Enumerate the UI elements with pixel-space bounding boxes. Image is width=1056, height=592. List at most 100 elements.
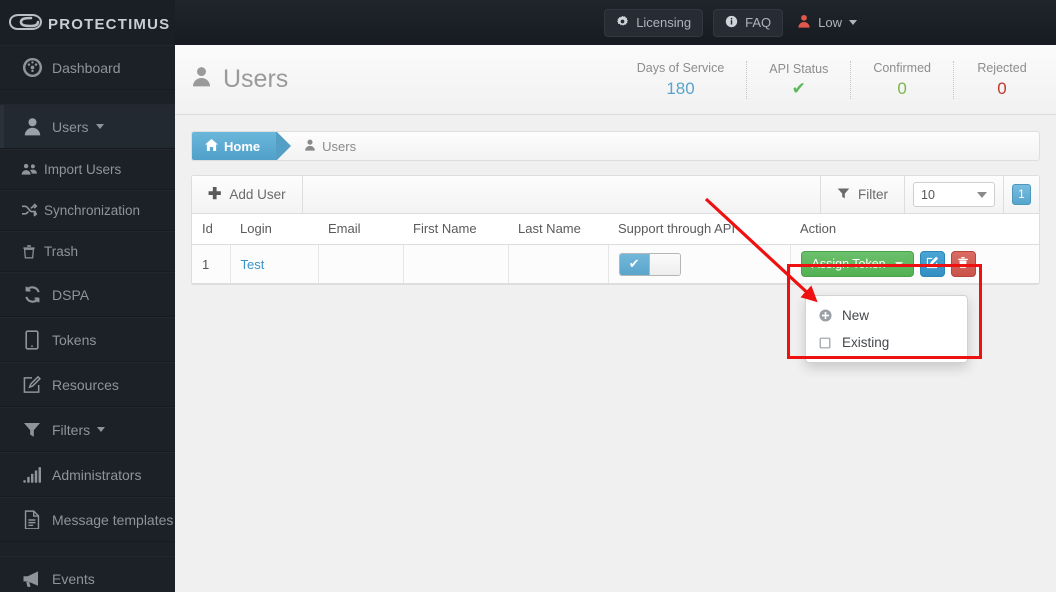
sidebar-item-dspa[interactable]: DSPA [0, 272, 175, 317]
plus-circle-icon [818, 309, 832, 322]
sidebar-item-synchronization[interactable]: Synchronization [0, 190, 175, 231]
gear-icon [616, 15, 629, 31]
chevron-down-icon [97, 427, 106, 432]
sidebar-item-administrators[interactable]: Administrators [0, 452, 175, 497]
cell-first-name [403, 244, 509, 284]
stat-days-of-service: Days of Service 180 [615, 60, 748, 99]
sidebar-item-trash[interactable]: Trash [0, 231, 175, 272]
breadcrumb-users[interactable]: Users [304, 139, 356, 154]
sidebar-label-import-users: Import Users [44, 162, 122, 177]
funnel-icon [12, 421, 52, 439]
pagination-page-label: 1 [1018, 188, 1025, 201]
dashboard-gauge-icon [12, 57, 52, 78]
add-user-button[interactable]: ✚ Add User [192, 176, 303, 213]
faq-label: FAQ [745, 15, 772, 30]
page-title-text: Users [223, 65, 289, 93]
user-menu-label: Low [818, 15, 842, 30]
home-icon [205, 138, 218, 154]
trash-icon [957, 256, 969, 272]
filter-button[interactable]: Filter [820, 176, 904, 213]
edit-pencil-icon [926, 256, 939, 272]
topbar-actions: Licensing FAQ Low [604, 8, 1056, 37]
brand-logo-area[interactable]: protectimus [0, 0, 175, 45]
sidebar-item-dashboard[interactable]: Dashboard [0, 45, 175, 90]
table-body: 1 Test ✔ Assign Token [192, 244, 1039, 284]
signal-bars-icon [12, 466, 52, 483]
licensing-button[interactable]: Licensing [604, 8, 704, 37]
users-table: Id Login Email First Name Last Name Supp… [192, 214, 1039, 284]
column-support-through-api: Support through API [608, 214, 790, 245]
users-group-icon [14, 162, 44, 177]
edit-user-button[interactable] [919, 251, 945, 277]
page-header: Users Days of Service 180 API Status ✔ C… [175, 45, 1056, 115]
assign-token-dropdown-menu: New Existing [805, 295, 968, 363]
funnel-icon [837, 187, 850, 203]
refresh-cycle-icon [12, 285, 52, 304]
pagination-page-1[interactable]: 1 [1012, 184, 1031, 205]
user-login-link[interactable]: Test [241, 257, 265, 272]
user-icon [191, 65, 212, 94]
stat-api-status: API Status ✔ [747, 60, 852, 99]
sidebar-label-tokens: Tokens [52, 331, 97, 348]
sidebar-label-dashboard: Dashboard [52, 59, 121, 76]
stats-bar: Days of Service 180 API Status ✔ Confirm… [615, 60, 1042, 99]
stat-value: 0 [897, 78, 907, 98]
cell-support-through-api: ✔ [608, 244, 791, 284]
sidebar-item-tokens[interactable]: Tokens [0, 317, 175, 362]
cell-last-name [508, 244, 609, 284]
check-icon: ✔ [791, 79, 806, 98]
column-id: Id [192, 214, 230, 245]
sidebar-item-resources[interactable]: Resources [0, 362, 175, 407]
per-page-value: 10 [921, 187, 935, 202]
assign-token-label: Assign Token [811, 257, 886, 271]
breadcrumb-home[interactable]: Home [192, 132, 292, 160]
user-icon [304, 139, 316, 154]
dropdown-item-existing[interactable]: Existing [806, 329, 967, 356]
pagination-cell: 1 [1003, 176, 1039, 213]
sidebar-item-users[interactable]: Users [0, 104, 175, 149]
row-actions: Assign Token [800, 251, 1030, 277]
dropdown-item-new[interactable]: New [806, 302, 967, 329]
sidebar-item-events[interactable]: Events [0, 556, 175, 592]
sidebar-label-events: Events [52, 570, 95, 587]
per-page-select[interactable]: 10 [913, 182, 995, 207]
chevron-down-icon [95, 124, 104, 129]
sidebar-item-message-templates[interactable]: Message templates [0, 497, 175, 542]
edit-square-icon [12, 375, 52, 394]
cell-action: Assign Token [790, 244, 1039, 284]
delete-user-button[interactable] [950, 251, 976, 277]
sidebar: Dashboard Users Import Users Synchroniza… [0, 45, 175, 592]
megaphone-icon [12, 570, 52, 588]
assign-token-button[interactable]: Assign Token [800, 251, 914, 277]
sidebar-item-import-users[interactable]: Import Users [0, 149, 175, 190]
stat-label: Rejected [977, 60, 1027, 75]
dropdown-item-existing-label: Existing [842, 335, 890, 350]
breadcrumb-wrapper: Home Users [175, 115, 1056, 161]
filter-label: Filter [858, 187, 888, 202]
sidebar-divider-2 [0, 542, 175, 556]
support-api-toggle[interactable]: ✔ [618, 252, 681, 276]
table-toolbar: ✚ Add User Filter 10 1 [192, 176, 1039, 214]
add-user-label: Add User [229, 187, 286, 202]
faq-button[interactable]: FAQ [713, 8, 784, 37]
table-header-row: Id Login Email First Name Last Name Supp… [192, 214, 1039, 245]
chevron-down-icon [849, 20, 857, 25]
stat-label: API Status [769, 62, 829, 76]
stat-confirmed: Confirmed 0 [851, 60, 954, 99]
toggle-on-check-icon: ✔ [619, 253, 649, 275]
toggle-off-knob [649, 253, 680, 275]
sidebar-label-resources: Resources [52, 376, 119, 393]
sidebar-label-administrators: Administrators [52, 466, 142, 483]
info-circle-icon [725, 15, 738, 31]
user-menu-button[interactable]: Low [793, 9, 861, 36]
breadcrumb-home-label: Home [224, 138, 261, 154]
sidebar-item-filters[interactable]: Filters [0, 407, 175, 452]
column-email: Email [318, 214, 403, 245]
sidebar-label-dspa: DSPA [52, 286, 90, 303]
user-icon [12, 117, 52, 136]
sidebar-label-message-templates: Message templates [52, 511, 174, 528]
breadcrumb-current-label: Users [322, 138, 357, 154]
chevron-down-icon [977, 191, 987, 198]
sidebar-label-synchronization: Synchronization [44, 203, 141, 218]
user-icon [797, 14, 811, 31]
